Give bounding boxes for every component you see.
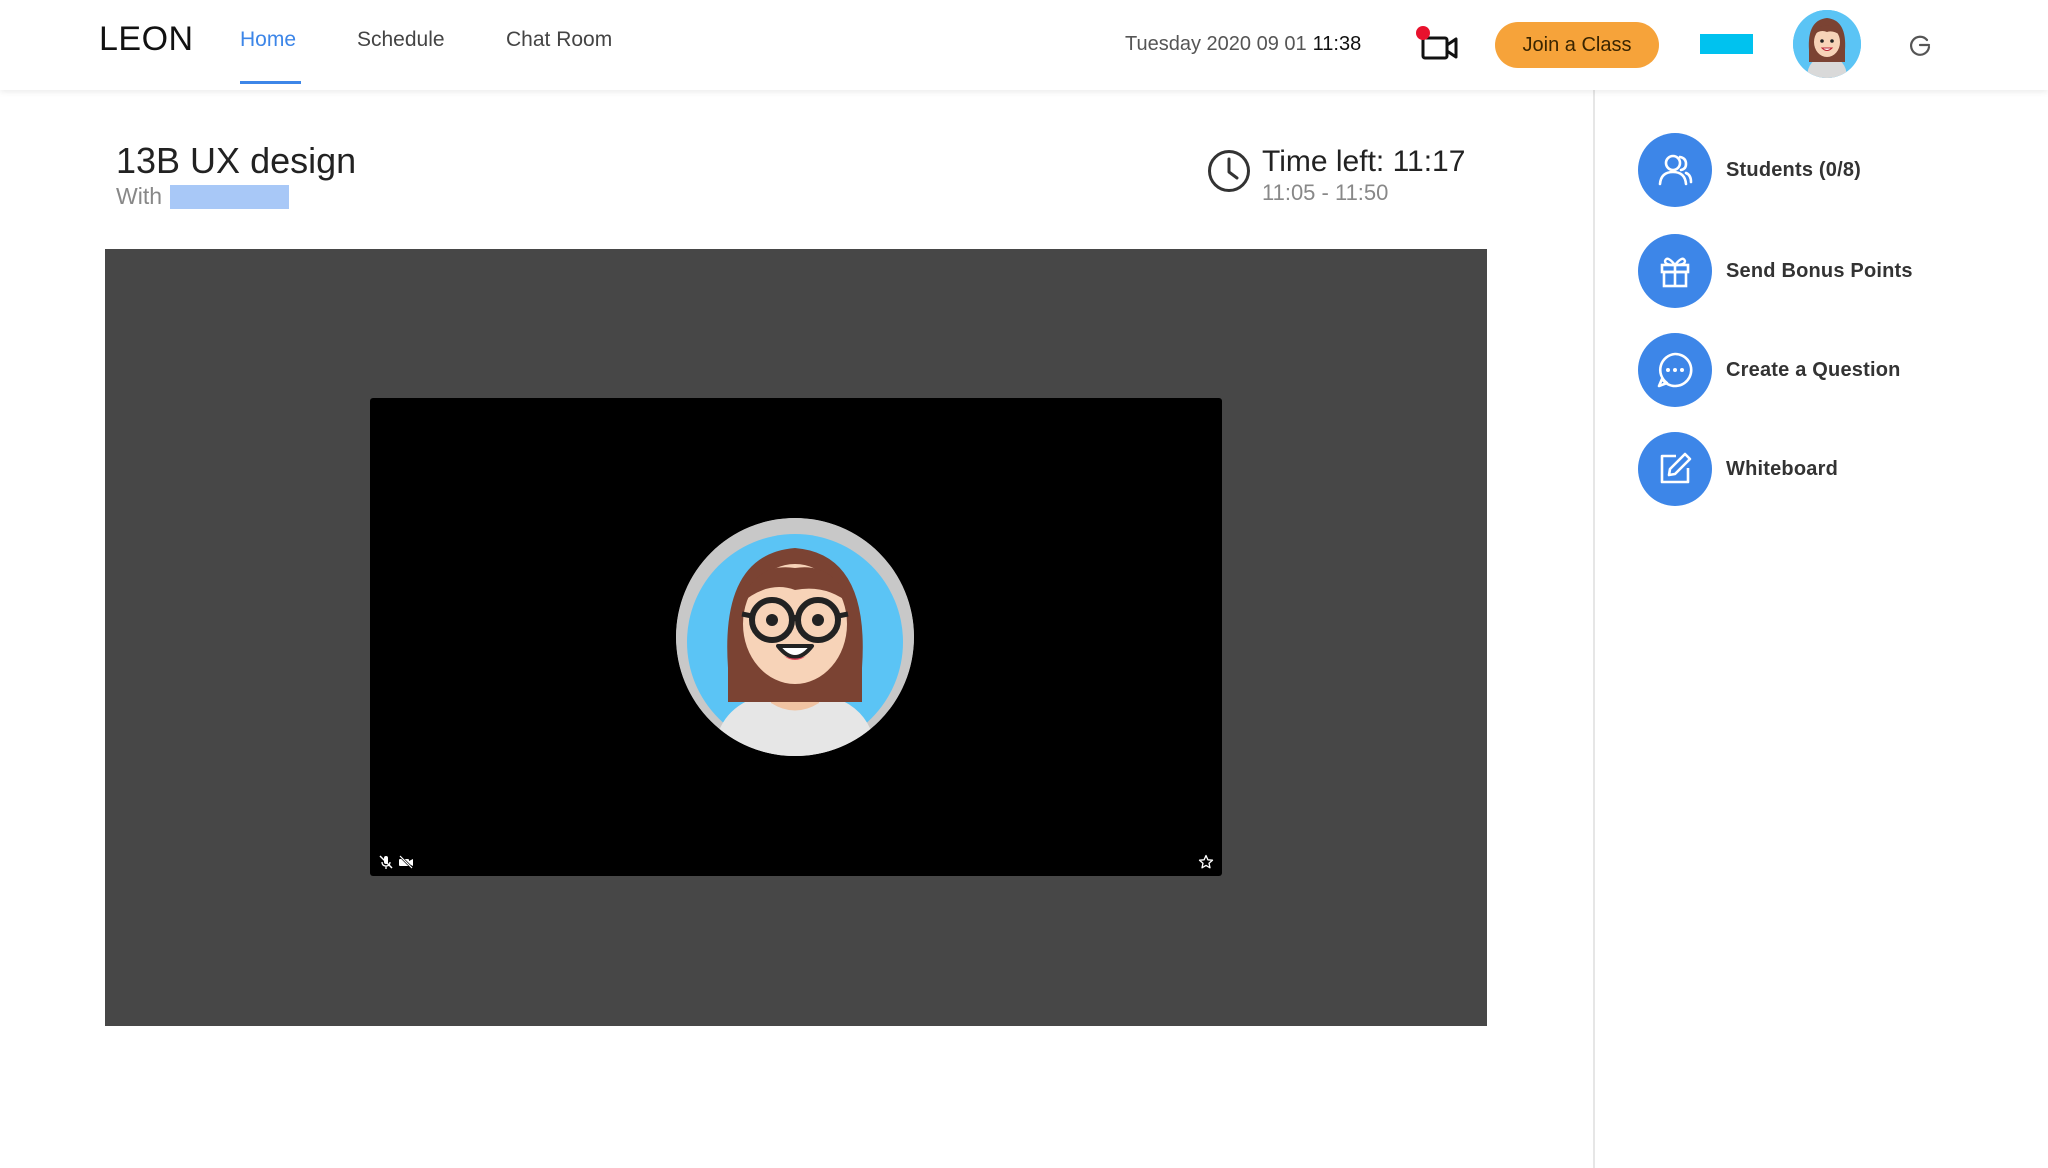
video-tile[interactable] [370,398,1222,876]
students-label: Students (0/8) [1726,158,1862,181]
current-date: Tuesday 2020 09 01 [1125,33,1307,55]
nav-home[interactable]: Home [240,28,296,52]
app-logo[interactable]: LEON [99,20,194,59]
star-icon[interactable] [1198,854,1214,870]
nav-chat-room[interactable]: Chat Room [506,28,612,52]
class-title: 13B UX design [116,140,357,181]
redacted-label [1700,34,1753,54]
send-bonus-points-label: Send Bonus Points [1726,259,1913,282]
current-datetime: Tuesday 2020 09 01 11:38 [1125,33,1361,56]
whiteboard-button[interactable]: Whiteboard [1638,432,2018,506]
create-question-label: Create a Question [1726,358,1901,381]
students-icon [1638,133,1712,207]
nav-schedule[interactable]: Schedule [357,28,445,52]
participant-avatar [676,518,914,756]
nav-active-indicator [240,81,301,84]
clock-icon [1206,148,1252,194]
current-time: 11:38 [1312,33,1362,55]
create-question-button[interactable]: Create a Question [1638,333,2018,407]
top-nav-bar: LEON Home Schedule Chat Room Tuesday 202… [0,0,2048,90]
panel-divider [1593,90,1595,1168]
class-time-range: 11:05 - 11:50 [1262,180,1389,205]
send-bonus-points-button[interactable]: Send Bonus Points [1638,234,2018,308]
whiteboard-label: Whiteboard [1726,457,1838,480]
refresh-icon[interactable] [1906,31,1934,59]
instructor-row: With [116,183,289,210]
video-stage [105,249,1487,1026]
chat-bubble-icon [1638,333,1712,407]
camera-off-icon[interactable] [398,854,414,870]
edit-icon [1638,432,1712,506]
join-class-button[interactable]: Join a Class [1495,22,1659,68]
time-left: Time left: 11:17 [1262,145,1466,178]
instructor-name-redacted [170,184,289,209]
video-controls [378,854,414,870]
with-label: With [116,183,162,209]
mic-off-icon[interactable] [378,854,394,870]
video-record-icon[interactable] [1414,26,1462,66]
gift-icon [1638,234,1712,308]
user-avatar[interactable] [1793,10,1861,78]
students-button[interactable]: Students (0/8) [1638,133,2018,207]
